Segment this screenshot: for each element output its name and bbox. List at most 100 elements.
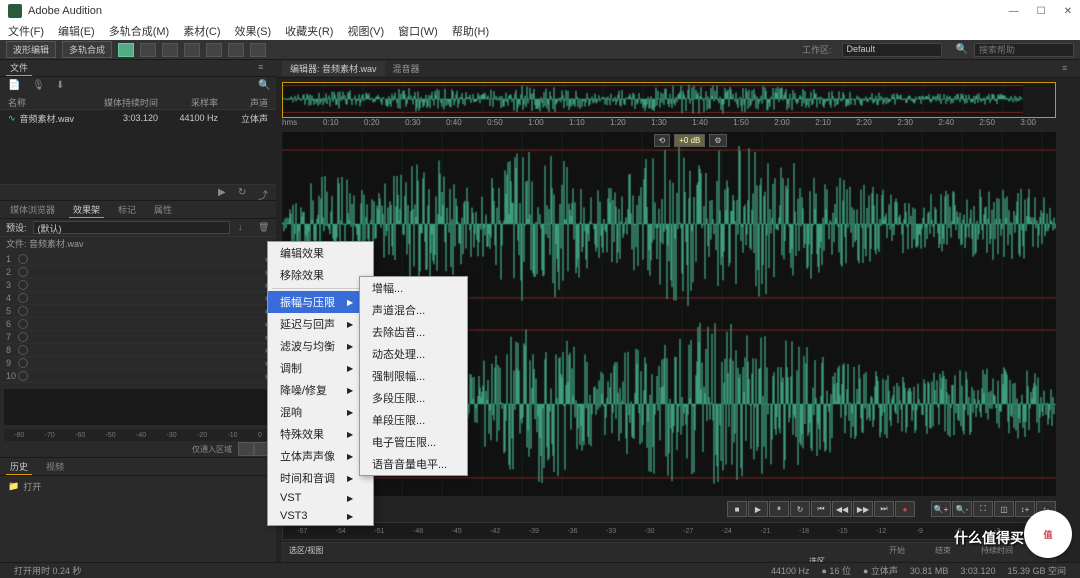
zoom-in-icon[interactable]: 🔍+ (931, 501, 951, 517)
fx-slot-7[interactable]: 7▸ (0, 331, 276, 344)
history-tab[interactable]: 历史 (6, 459, 32, 475)
ctx-item[interactable]: 调制▶ (268, 357, 373, 379)
menu-window[interactable]: 窗口(W) (398, 23, 438, 39)
ctx-item[interactable]: 立体声声像▶ (268, 445, 373, 467)
col-channels[interactable]: 声道 (218, 96, 268, 109)
editor-menu-icon[interactable]: ≡ (1062, 63, 1074, 75)
ctx-sub-item[interactable]: 语音音量电平... (360, 453, 467, 475)
ctx-item[interactable]: 混响▶ (268, 401, 373, 423)
skip-fwd-button[interactable]: ⏭ (874, 501, 894, 517)
menu-view[interactable]: 视图(V) (347, 23, 384, 39)
menu-effects[interactable]: 效果(S) (235, 23, 272, 39)
fx-tab-browser[interactable]: 媒体浏览器 (6, 202, 59, 217)
minimize-button[interactable]: — (1009, 6, 1019, 17)
ctx-item[interactable]: 滤波与均衡▶ (268, 335, 373, 357)
mode-multitrack[interactable]: 多轨合成 (62, 41, 112, 58)
hud-pan-icon[interactable]: ⟲ (654, 134, 671, 147)
hud-gain[interactable]: +0 dB (674, 134, 705, 147)
zoom-out-icon[interactable]: 🔍- (952, 501, 972, 517)
menu-file[interactable]: 文件(F) (8, 23, 44, 39)
zoom-sel-icon[interactable]: ◫ (994, 501, 1014, 517)
file-search-icon[interactable]: 🔍 (258, 80, 270, 92)
timeline-ruler[interactable]: hms0:100:200:300:400:501:001:101:201:301… (282, 118, 1056, 132)
play-preview-icon[interactable]: ▶ (218, 187, 230, 199)
video-tab[interactable]: 视频 (42, 459, 68, 474)
workspace-dropdown[interactable]: Default (842, 43, 942, 57)
tool-razor[interactable] (162, 43, 178, 57)
play-button[interactable]: ▶ (748, 501, 768, 517)
tool-move[interactable] (140, 43, 156, 57)
loop-icon[interactable]: ↻ (238, 187, 250, 199)
ctx-remove-effects[interactable]: 移除效果 (268, 264, 373, 286)
power-icon[interactable] (18, 319, 28, 329)
ctx-edit-effects[interactable]: 编辑效果 (268, 242, 373, 264)
power-icon[interactable] (18, 293, 28, 303)
ctx-sub-item[interactable]: 增幅... (360, 277, 467, 299)
ctx-item[interactable]: VST3▶ (268, 507, 373, 525)
col-name[interactable]: 名称 (8, 96, 98, 109)
forward-button[interactable]: ▶▶ (853, 501, 873, 517)
pause-button[interactable]: ⏸ (769, 501, 789, 517)
ctx-item[interactable]: 延迟与回声▶ (268, 313, 373, 335)
col-samplerate[interactable]: 采样率 (158, 96, 218, 109)
ctx-sub-item[interactable]: 多段压限... (360, 387, 467, 409)
fx-slot-5[interactable]: 5▸ (0, 305, 276, 318)
file-row[interactable]: ∿ 音频素材.wav 3:03.120 44100 Hz 立体声 (0, 110, 276, 127)
ctx-item[interactable]: 特殊效果▶ (268, 423, 373, 445)
menu-multitrack[interactable]: 多轨合成(M) (109, 23, 170, 39)
close-button[interactable]: ✕ (1064, 6, 1072, 17)
skip-back-button[interactable]: ⏮ (811, 501, 831, 517)
search-help[interactable] (974, 43, 1074, 57)
ctx-sub-item[interactable]: 强制限幅... (360, 365, 467, 387)
maximize-button[interactable]: ☐ (1037, 6, 1046, 17)
fx-slot-4[interactable]: 4▸ (0, 292, 276, 305)
zoom-full-icon[interactable]: ⛶ (973, 501, 993, 517)
power-icon[interactable] (18, 358, 28, 368)
ctx-sub-item[interactable]: 声道混合... (360, 299, 467, 321)
power-icon[interactable] (18, 345, 28, 355)
fx-slot-8[interactable]: 8▸ (0, 344, 276, 357)
record-button[interactable]: ● (895, 501, 915, 517)
power-icon[interactable] (18, 306, 28, 316)
hud-settings-icon[interactable]: ⚙ (709, 134, 726, 147)
files-tab-menu[interactable]: ≡ (258, 62, 270, 74)
menu-edit[interactable]: 编辑(E) (58, 23, 95, 39)
ctx-sub-item[interactable]: 去除齿音... (360, 321, 467, 343)
ctx-sub-item[interactable]: 动态处理... (360, 343, 467, 365)
preset-delete-icon[interactable]: 🗑 (258, 222, 270, 234)
mixer-tab[interactable]: 混音器 (385, 61, 428, 76)
fx-slot-1[interactable]: 1▸ (0, 253, 276, 266)
fx-power-icon[interactable] (238, 442, 254, 456)
ctx-item[interactable]: 振幅与压限▶ (268, 291, 373, 313)
mode-waveform[interactable]: 波形编辑 (6, 41, 56, 58)
fx-slot-6[interactable]: 6▸ (0, 318, 276, 331)
ctx-item[interactable]: 时间和音调▶ (268, 467, 373, 489)
tool-select[interactable] (118, 43, 134, 57)
overview-waveform[interactable] (282, 82, 1056, 118)
ctx-sub-item[interactable]: 电子管压限... (360, 431, 467, 453)
fx-slot-2[interactable]: 2▸ (0, 266, 276, 279)
editor-tab[interactable]: 编辑器: 音频素材.wav (282, 61, 385, 76)
menu-clip[interactable]: 素材(C) (183, 23, 220, 39)
tool-lasso[interactable] (206, 43, 222, 57)
menu-favorites[interactable]: 收藏夹(R) (285, 23, 333, 39)
ctx-sub-item[interactable]: 单段压限... (360, 409, 467, 431)
loop-button[interactable]: ↻ (790, 501, 810, 517)
fx-tab-rack[interactable]: 效果架 (69, 202, 104, 218)
power-icon[interactable] (18, 280, 28, 290)
tool-heal[interactable] (250, 43, 266, 57)
fx-slot-3[interactable]: 3▸ (0, 279, 276, 292)
autoplay-icon[interactable]: ⤴ (258, 187, 270, 199)
power-icon[interactable] (18, 371, 28, 381)
tool-brush[interactable] (228, 43, 244, 57)
fx-slot-10[interactable]: 10▸ (0, 370, 276, 383)
file-import-icon[interactable]: ⬇ (56, 80, 68, 92)
power-icon[interactable] (18, 332, 28, 342)
file-open-icon[interactable]: 📄 (8, 80, 20, 92)
fx-tab-props[interactable]: 属性 (150, 202, 176, 217)
preset-dropdown[interactable]: (默认) (33, 221, 230, 234)
menu-help[interactable]: 帮助(H) (452, 23, 489, 39)
fx-slot-9[interactable]: 9▸ (0, 357, 276, 370)
tool-marquee[interactable] (184, 43, 200, 57)
power-icon[interactable] (18, 254, 28, 264)
